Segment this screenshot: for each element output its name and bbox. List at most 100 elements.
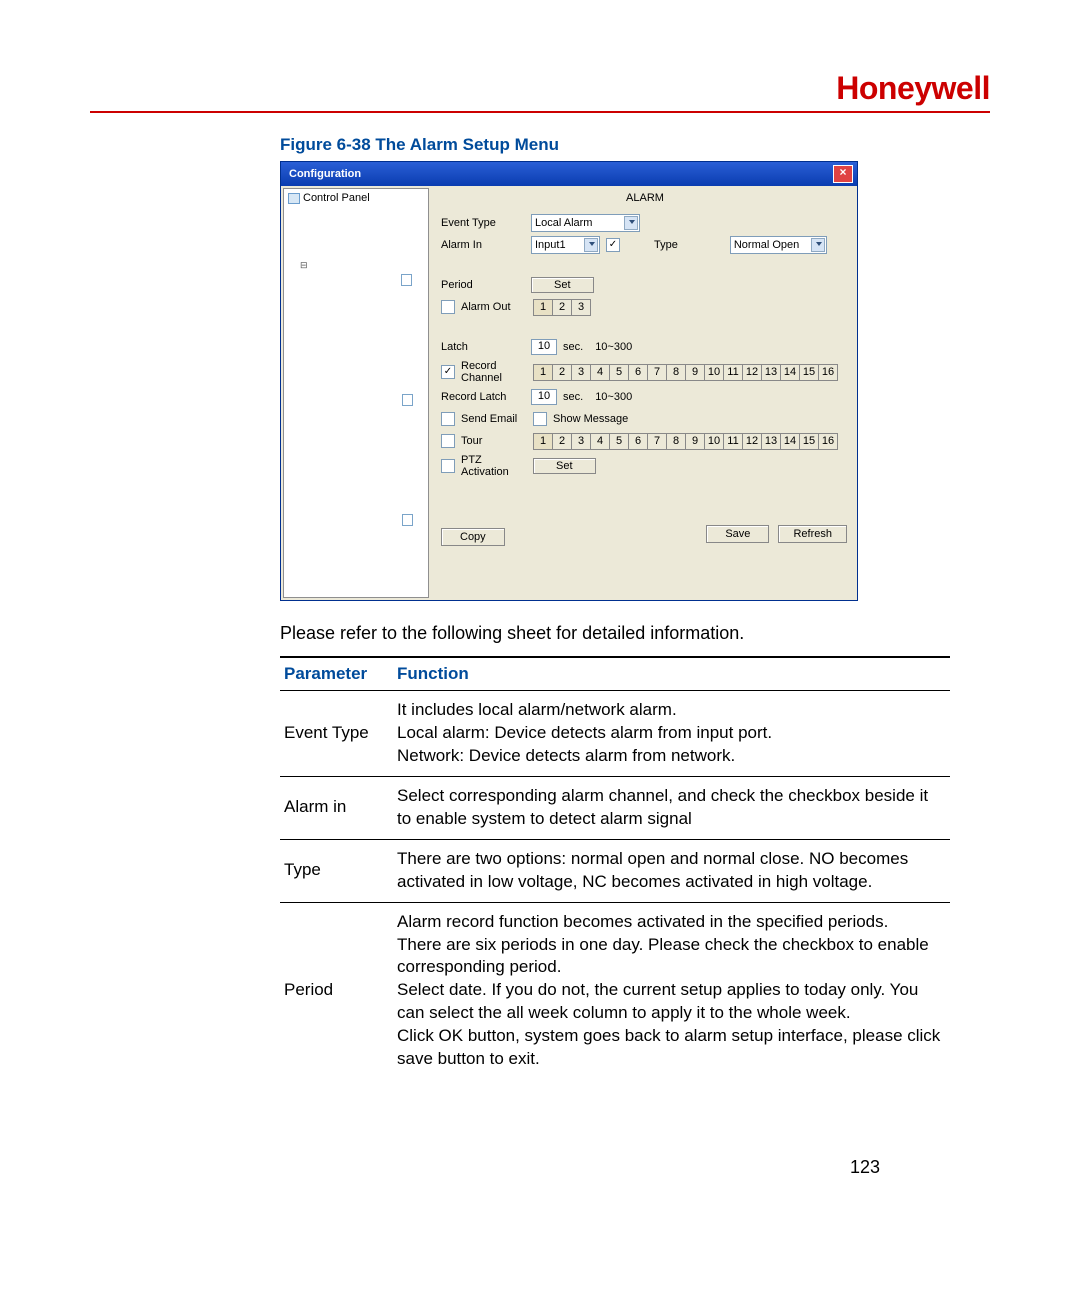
channel-3[interactable]: 3	[571, 433, 590, 450]
channel-12[interactable]: 12	[742, 364, 761, 381]
channel-7[interactable]: 7	[647, 433, 666, 450]
channel-16[interactable]: 16	[818, 364, 838, 381]
alarm-out-channels: 123	[533, 299, 591, 316]
window-titlebar: Configuration ×	[281, 162, 857, 186]
table-row: TypeThere are two options: normal open a…	[280, 839, 950, 902]
label-ptz: PTZ Activation	[461, 454, 527, 478]
page-icon	[312, 445, 429, 565]
channel-4[interactable]: 4	[590, 364, 609, 381]
tour-checkbox[interactable]	[441, 434, 455, 448]
page-icon	[312, 565, 429, 598]
col-function: Function	[393, 657, 950, 691]
page-number: 123	[850, 1157, 880, 1178]
panel-heading: ALARM	[441, 190, 849, 210]
channel-6[interactable]: 6	[628, 364, 647, 381]
event-type-select[interactable]: Local Alarm	[531, 214, 640, 232]
channel-8[interactable]: 8	[666, 433, 685, 450]
channel-15[interactable]: 15	[799, 364, 818, 381]
record-latch-input[interactable]: 10	[531, 389, 557, 405]
copy-button[interactable]: Copy	[441, 528, 505, 546]
collapse-icon[interactable]	[300, 260, 308, 270]
record-channel-checkbox[interactable]: ✓	[441, 365, 455, 379]
label-show-message: Show Message	[553, 413, 628, 425]
param-name: Period	[280, 902, 393, 1079]
window-title: Configuration	[289, 168, 361, 180]
channel-11[interactable]: 11	[723, 433, 742, 450]
label-type: Type	[654, 239, 678, 251]
label-period: Period	[441, 279, 525, 291]
channel-10[interactable]: 10	[704, 433, 723, 450]
channel-5[interactable]: 5	[609, 364, 628, 381]
page-icon	[312, 325, 429, 445]
latch-input[interactable]: 10	[531, 339, 557, 355]
save-button[interactable]: Save	[706, 525, 769, 543]
label-event-type: Event Type	[441, 217, 525, 229]
form-panel: ALARM Event Type Local Alarm Alarm In In…	[431, 186, 857, 600]
param-desc: It includes local alarm/network alarm.Lo…	[393, 691, 950, 777]
alarm-in-select[interactable]: Input1	[531, 236, 600, 254]
channel-13[interactable]: 13	[761, 433, 780, 450]
param-name: Type	[280, 839, 393, 902]
channel-2[interactable]: 2	[552, 299, 571, 316]
show-message-checkbox[interactable]	[533, 412, 547, 426]
label-send-email: Send Email	[461, 413, 527, 425]
channel-12[interactable]: 12	[742, 433, 761, 450]
table-row: Alarm inSelect corresponding alarm chann…	[280, 776, 950, 839]
channel-1[interactable]: 1	[533, 299, 552, 316]
channel-2[interactable]: 2	[552, 364, 571, 381]
record-channels: 12345678910111213141516	[533, 364, 838, 381]
type-select[interactable]: Normal Open	[730, 236, 827, 254]
channel-7[interactable]: 7	[647, 364, 666, 381]
label-record-channel: Record Channel	[461, 360, 527, 384]
ptz-checkbox[interactable]	[441, 459, 455, 473]
table-row: Event TypeIt includes local alarm/networ…	[280, 691, 950, 777]
alarm-out-checkbox[interactable]	[441, 300, 455, 314]
send-email-checkbox[interactable]	[441, 412, 455, 426]
channel-14[interactable]: 14	[780, 433, 799, 450]
channel-13[interactable]: 13	[761, 364, 780, 381]
period-set-button[interactable]: Set	[531, 277, 594, 293]
tour-channels: 12345678910111213141516	[533, 433, 838, 450]
record-latch-unit: sec.	[563, 391, 583, 403]
record-latch-range: 10~300	[595, 391, 632, 403]
channel-14[interactable]: 14	[780, 364, 799, 381]
channel-15[interactable]: 15	[799, 433, 818, 450]
label-record-latch: Record Latch	[441, 391, 525, 403]
panel-icon	[288, 193, 300, 203]
col-parameter: Parameter	[280, 657, 393, 691]
config-window: Configuration × Control Panel Query Syst…	[280, 161, 858, 601]
channel-5[interactable]: 5	[609, 433, 628, 450]
table-row: PeriodAlarm record function becomes acti…	[280, 902, 950, 1079]
channel-11[interactable]: 11	[723, 364, 742, 381]
channel-1[interactable]: 1	[533, 364, 552, 381]
param-name: Event Type	[280, 691, 393, 777]
channel-1[interactable]: 1	[533, 433, 552, 450]
header-bar: Honeywell	[90, 70, 990, 113]
channel-9[interactable]: 9	[685, 433, 704, 450]
channel-9[interactable]: 9	[685, 364, 704, 381]
channel-6[interactable]: 6	[628, 433, 647, 450]
latch-unit: sec.	[563, 341, 583, 353]
alarm-in-enable-checkbox[interactable]: ✓	[606, 238, 620, 252]
label-tour: Tour	[461, 435, 527, 447]
param-desc: Select corresponding alarm channel, and …	[393, 776, 950, 839]
close-icon[interactable]: ×	[833, 165, 853, 183]
refresh-button[interactable]: Refresh	[778, 525, 847, 543]
tree-root[interactable]: Control Panel	[303, 191, 370, 205]
ptz-set-button[interactable]: Set	[533, 458, 596, 474]
intro-text: Please refer to the following sheet for …	[280, 623, 990, 644]
figure-caption: Figure 6-38 The Alarm Setup Menu	[280, 135, 990, 155]
channel-3[interactable]: 3	[571, 299, 591, 316]
label-alarm-in: Alarm In	[441, 239, 525, 251]
channel-3[interactable]: 3	[571, 364, 590, 381]
brand-logo: Honeywell	[836, 70, 990, 106]
channel-4[interactable]: 4	[590, 433, 609, 450]
param-desc: There are two options: normal open and n…	[393, 839, 950, 902]
nav-tree[interactable]: Control Panel Query System Info VERSION …	[283, 188, 429, 598]
param-desc: Alarm record function becomes activated …	[393, 902, 950, 1079]
channel-10[interactable]: 10	[704, 364, 723, 381]
channel-8[interactable]: 8	[666, 364, 685, 381]
channel-2[interactable]: 2	[552, 433, 571, 450]
folder-icon	[311, 205, 429, 325]
channel-16[interactable]: 16	[818, 433, 838, 450]
